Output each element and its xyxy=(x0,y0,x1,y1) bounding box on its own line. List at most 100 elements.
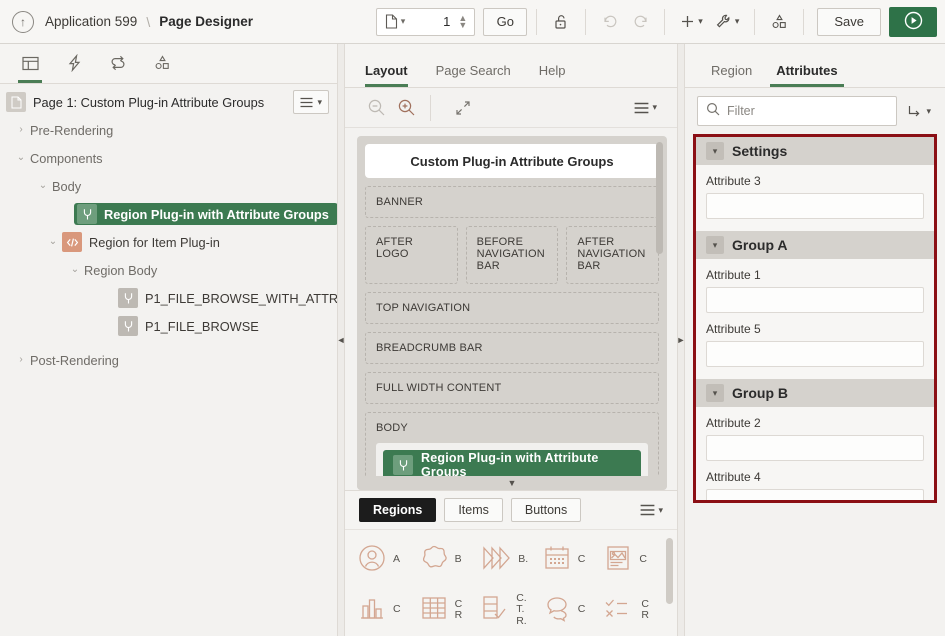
attribute-group-header-settings[interactable]: ▾ Settings xyxy=(696,137,934,165)
attribute-input[interactable] xyxy=(706,435,924,461)
chevron-down-icon[interactable]: ⌄ xyxy=(34,181,52,191)
attribute-row: Attribute 4 xyxy=(696,461,934,500)
redo-icon[interactable] xyxy=(625,8,655,36)
layout-slot-full-width-content[interactable]: FULL WIDTH CONTENT xyxy=(365,372,659,404)
sidebar-item-page-shared-components[interactable] xyxy=(146,49,178,83)
page-number-input[interactable] xyxy=(410,14,457,29)
gallery-scrollbar-thumb[interactable] xyxy=(666,538,673,604)
attribute-group-title: Settings xyxy=(732,143,788,159)
tree-row[interactable]: P1_FILE_BROWSE xyxy=(0,312,337,340)
tree-row[interactable]: › Post-Rendering xyxy=(0,346,337,374)
left-splitter[interactable]: ◄ xyxy=(337,44,345,636)
attribute-group-header-group-b[interactable]: ▾ Group B xyxy=(696,379,934,407)
tab-attributes[interactable]: Attributes xyxy=(764,63,849,87)
breadcrumb-separator: \ xyxy=(146,13,151,30)
sidebar-item-processing[interactable] xyxy=(102,49,134,83)
expand-diagonal-icon[interactable] xyxy=(448,94,478,122)
tab-help[interactable]: Help xyxy=(525,63,580,87)
attribute-group-header-group-a[interactable]: ▾ Group A xyxy=(696,231,934,259)
attribute-input[interactable] xyxy=(706,193,924,219)
sidebar-item-rendering[interactable] xyxy=(14,49,46,83)
layout-scrollbar-thumb[interactable] xyxy=(656,142,663,254)
chevron-down-icon[interactable]: ⌄ xyxy=(66,265,84,275)
save-button[interactable]: Save xyxy=(817,7,881,36)
zoom-out-icon[interactable] xyxy=(361,94,391,122)
run-button[interactable] xyxy=(889,6,937,37)
gallery-item[interactable]: B. xyxy=(480,536,542,584)
chevron-down-icon[interactable]: ▾ xyxy=(401,16,406,27)
tab-region[interactable]: Region xyxy=(699,63,764,87)
gallery-menu-button[interactable]: ▾ xyxy=(640,504,663,516)
layout-slot-top-navigation[interactable]: TOP NAVIGATION xyxy=(365,292,659,324)
layout-slot-after-logo[interactable]: AFTER LOGO xyxy=(365,226,458,284)
chevron-down-icon[interactable]: ⌄ xyxy=(12,153,30,163)
filter-field[interactable] xyxy=(697,96,898,126)
gallery-item[interactable]: C R xyxy=(419,586,481,634)
tree-row[interactable]: ⌄ Region Body xyxy=(0,256,337,284)
chevron-down-icon[interactable]: ▾ xyxy=(706,142,724,160)
tree-row[interactable]: ⌄ Region for Item Plug-in xyxy=(0,228,337,256)
page-selector-field[interactable]: ▾ ▲▼ xyxy=(375,7,476,36)
layout-slot-after-navigation-bar[interactable]: AFTER NAVIGATION BAR xyxy=(566,226,660,284)
unlock-icon[interactable] xyxy=(546,8,576,36)
tree-row[interactable]: › Pre-Rendering xyxy=(0,116,337,144)
chevron-right-icon[interactable]: › xyxy=(12,125,30,135)
layout-slot-breadcrumb-bar[interactable]: BREADCRUMB BAR xyxy=(365,332,659,364)
layout-page-title[interactable]: Custom Plug-in Attribute Groups xyxy=(365,144,659,178)
gallery-tab-regions[interactable]: Regions xyxy=(359,498,437,522)
gallery-item[interactable]: B xyxy=(419,536,481,584)
breadcrumb-application[interactable]: Application 599 xyxy=(45,14,137,29)
gallery-tab-buttons[interactable]: Buttons xyxy=(510,498,582,522)
property-nav-button[interactable]: ▾ xyxy=(903,104,935,119)
attribute-input[interactable] xyxy=(706,341,924,367)
attribute-label: Attribute 2 xyxy=(706,416,761,430)
attribute-input[interactable] xyxy=(706,287,924,313)
gallery-item[interactable]: A xyxy=(357,536,419,584)
attribute-input[interactable] xyxy=(706,489,924,500)
layout-scroll-more-icon[interactable]: ▼ xyxy=(357,476,667,490)
chevron-down-icon[interactable]: ⌄ xyxy=(44,237,62,247)
center-panel: Layout Page Search Help ▾ Custom Plug-in… xyxy=(345,44,677,636)
utilities-button[interactable]: ▾ xyxy=(709,8,746,36)
chevron-right-icon[interactable]: › xyxy=(12,355,30,365)
zoom-in-icon[interactable] xyxy=(391,94,421,122)
gallery-item[interactable]: C. T. R. xyxy=(480,586,542,634)
chevron-down-icon[interactable]: ▾ xyxy=(706,236,724,254)
filter-input[interactable] xyxy=(727,104,889,118)
tree-root-menu-button[interactable]: ▾ xyxy=(293,90,329,114)
gallery-item[interactable]: C xyxy=(603,536,665,584)
collapse-right-icon[interactable]: ► xyxy=(677,335,686,345)
page-number-stepper[interactable]: ▲ ▼ xyxy=(456,13,474,29)
gallery-item[interactable]: C xyxy=(542,536,604,584)
chevron-down-icon[interactable]: ▾ xyxy=(706,384,724,402)
toolbar-divider xyxy=(430,94,431,121)
sidebar-item-dynamic-actions[interactable] xyxy=(58,49,90,83)
tree-item-label: Pre-Rendering xyxy=(30,122,114,138)
gallery-tab-items[interactable]: Items xyxy=(444,498,503,522)
tree-row-selected[interactable]: Region Plug-in with Attribute Groups xyxy=(0,200,337,228)
tree-row[interactable]: ⌄ Body xyxy=(0,172,337,200)
up-arrow-circle-icon[interactable]: ↑ xyxy=(12,10,34,33)
tree-row[interactable]: P1_FILE_BROWSE_WITH_ATTRIBUTE xyxy=(0,284,337,312)
page-icon[interactable]: ▾ xyxy=(377,14,411,29)
add-component-button[interactable]: ▾ xyxy=(674,8,709,36)
chevron-down-icon[interactable]: ▾ xyxy=(698,16,703,27)
tree-root-label: Page 1: Custom Plug-in Attribute Groups xyxy=(33,94,265,110)
gallery-item[interactable]: C xyxy=(357,586,419,634)
tab-page-search[interactable]: Page Search xyxy=(422,63,525,87)
layout-menu-button[interactable]: ▾ xyxy=(628,94,663,122)
chevron-down-icon[interactable]: ▾ xyxy=(735,16,740,27)
gallery-item[interactable]: C xyxy=(542,586,604,634)
layout-slot-banner[interactable]: BANNER xyxy=(365,186,659,218)
shapes-icon[interactable] xyxy=(764,8,794,36)
tab-layout[interactable]: Layout xyxy=(365,63,422,87)
tree-root-row[interactable]: Page 1: Custom Plug-in Attribute Groups … xyxy=(0,88,337,116)
layout-slot-before-navigation-bar[interactable]: BEFORE NAVIGATION BAR xyxy=(465,226,559,284)
attribute-row: Attribute 1 xyxy=(696,259,934,313)
gallery-item[interactable]: C R xyxy=(603,586,665,634)
right-splitter[interactable]: ► xyxy=(677,44,685,636)
go-button[interactable]: Go xyxy=(483,7,528,36)
undo-icon[interactable] xyxy=(595,8,625,36)
tree-item-selected[interactable]: Region Plug-in with Attribute Groups xyxy=(74,203,337,225)
tree-row[interactable]: ⌄ Components xyxy=(0,144,337,172)
